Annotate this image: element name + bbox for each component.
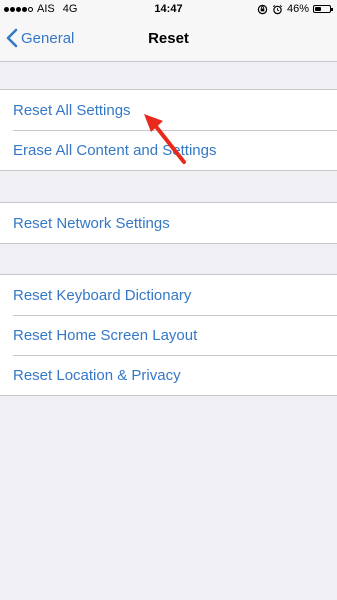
reset-group-network: Reset Network Settings [0,202,337,244]
rotation-lock-icon [257,4,268,14]
reset-home-screen-layout-button[interactable]: Reset Home Screen Layout [0,315,337,355]
row-label: Reset Location & Privacy [13,366,181,384]
navigation-bar: General Reset [0,18,337,62]
row-label: Reset All Settings [13,101,131,119]
status-bar: AIS 4G 14:47 46% [0,0,337,18]
battery-icon [313,5,333,13]
row-label: Reset Keyboard Dictionary [13,286,192,304]
battery-percent: 46% [286,3,309,15]
row-label: Reset Network Settings [13,214,170,232]
alarm-icon [272,4,282,14]
reset-group-other: Reset Keyboard Dictionary Reset Home Scr… [0,274,337,396]
reset-location-privacy-button[interactable]: Reset Location & Privacy [0,355,337,395]
page-title: Reset [148,30,189,47]
status-right: 46% [257,3,333,15]
row-label: Reset Home Screen Layout [13,326,198,344]
battery-fill [315,7,322,11]
reset-keyboard-dictionary-button[interactable]: Reset Keyboard Dictionary [0,275,337,315]
red-arrow-annotation [144,114,186,164]
reset-network-settings-button[interactable]: Reset Network Settings [0,203,337,243]
